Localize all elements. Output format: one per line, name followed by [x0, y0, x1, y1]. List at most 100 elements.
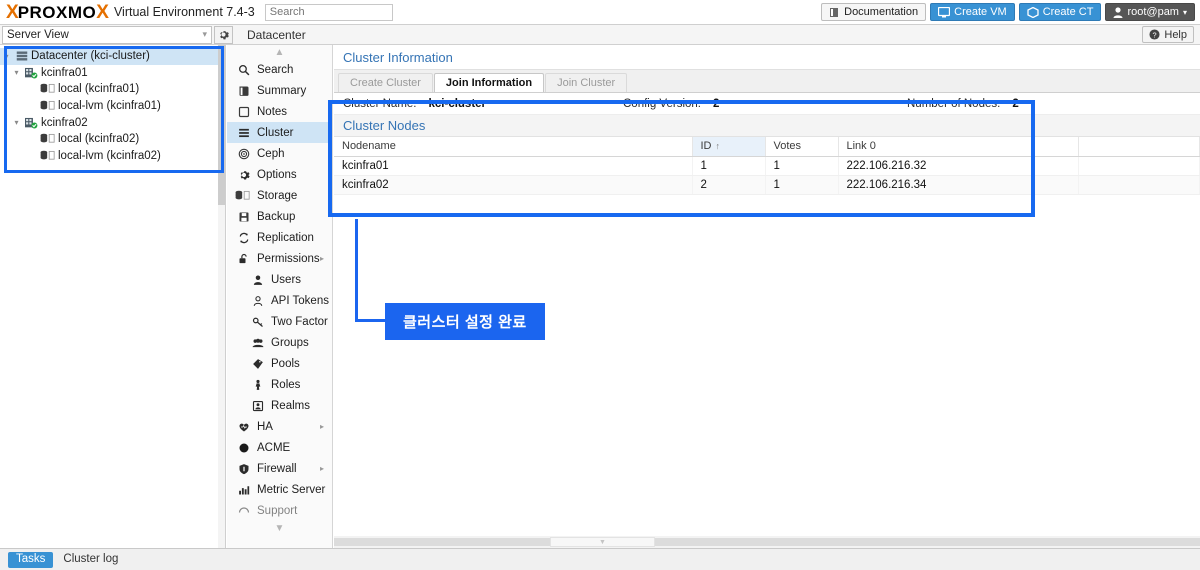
proxmox-logo[interactable]: X PROXMO X [0, 0, 109, 25]
nav-item-realms[interactable]: Realms [227, 395, 332, 416]
chevron-right-icon[interactable]: ▸ [320, 422, 324, 431]
nav-item-label: HA [257, 420, 273, 433]
nav-item-ceph[interactable]: Ceph [227, 143, 332, 164]
top-toolbar: XPROXMOX Virtual Environment 7.4-3 Docum… [0, 0, 1200, 25]
hscroll-track-right[interactable] [655, 538, 1200, 546]
backup-icon [235, 211, 252, 223]
help-button[interactable]: ? Help [1142, 26, 1194, 43]
column-header-id[interactable]: ID ↑ [692, 137, 766, 157]
documentation-label: Documentation [844, 6, 919, 18]
create-vm-label: Create VM [954, 6, 1007, 18]
tree-scrollbar[interactable] [218, 45, 225, 548]
tree-item-local-kcinfra02[interactable]: local (kcinfra02) [0, 131, 225, 148]
nav-item-search[interactable]: Search [227, 59, 332, 80]
statusbar-tab-tasks[interactable]: Tasks [8, 551, 54, 568]
nav-item-permissions[interactable]: Permissions ▸ [227, 248, 332, 269]
tree-item-label: kcinfra01 [41, 66, 88, 79]
tree-item-local-kcinfra01[interactable]: local (kcinfra01) [0, 81, 225, 98]
cell-spacer [1078, 156, 1200, 176]
nav-item-storage[interactable]: Storage [227, 185, 332, 206]
nav-item-label: Cluster [257, 126, 294, 139]
nav-item-backup[interactable]: Backup [227, 206, 332, 227]
nav-item-api-tokens[interactable]: API Tokens [227, 290, 332, 311]
nav-item-ha[interactable]: HA ▸ [227, 416, 332, 437]
tree-item-kcinfra01[interactable]: ▾ kcinfra01 [0, 65, 225, 82]
page-title: Cluster Information [334, 45, 1200, 70]
cluster-name-field: Cluster Name: kci-cluster [343, 98, 486, 110]
chevron-down-icon[interactable]: ▾ [10, 68, 23, 77]
chevron-right-icon[interactable]: ▸ [320, 254, 324, 263]
nav-item-two-factor[interactable]: Two Factor [227, 311, 332, 332]
cell-nodename: kcinfra01 [334, 156, 693, 176]
nav-item-notes[interactable]: Notes [227, 101, 332, 122]
top-toolbar-actions: Documentation Create VM Create CT root@p… [821, 3, 1200, 21]
cell-votes: 1 [765, 175, 839, 195]
column-header-nodename[interactable]: Nodename [334, 137, 693, 157]
nav-item-users[interactable]: Users [227, 269, 332, 290]
table-row[interactable]: kcinfra01 1 1 222.106.216.32 [334, 156, 1200, 176]
nav-item-roles[interactable]: Roles [227, 374, 332, 395]
nav-item-label: Groups [271, 336, 309, 349]
tree-scrollbar-thumb[interactable] [218, 45, 225, 205]
user-menu-button[interactable]: root@pam ▾ [1105, 3, 1195, 21]
config-version-value: 2 [713, 97, 720, 110]
storage-icon [40, 150, 57, 162]
column-header-votes[interactable]: Votes [765, 137, 839, 157]
help-label: Help [1164, 28, 1187, 41]
cluster-name-value: kci-cluster [428, 97, 487, 110]
nav-item-pools[interactable]: Pools [227, 353, 332, 374]
storage-icon [40, 100, 57, 112]
help-icon: ? [1149, 29, 1160, 40]
chevron-right-icon[interactable]: ▸ [320, 464, 324, 473]
nav-item-firewall[interactable]: Firewall ▸ [227, 458, 332, 479]
nav-item-label: Replication [257, 231, 314, 244]
content-hscrollbar[interactable]: ▼ [334, 536, 1200, 548]
nav-item-label: Support [257, 504, 298, 517]
user-icon [249, 274, 266, 286]
tree-settings-button[interactable] [214, 25, 233, 44]
tab-join-information[interactable]: Join Information [433, 73, 545, 92]
hscroll-thumb[interactable]: ▼ [550, 537, 655, 547]
nav-item-label: Summary [257, 84, 307, 97]
nav-item-support[interactable]: Support [227, 500, 332, 521]
tree-item-label: local (kcinfra02) [58, 133, 140, 146]
nav-item-label: Pools [271, 357, 300, 370]
resource-tree: ▾ Datacenter (kci-cluster) ▾ kcinfra01 loca… [0, 45, 225, 164]
node-online-icon [23, 67, 40, 79]
nav-item-metric-server[interactable]: Metric Server [227, 479, 332, 500]
create-vm-button[interactable]: Create VM [930, 3, 1015, 21]
chevron-down-icon: ▾ [202, 29, 207, 39]
shield-icon [235, 463, 252, 475]
tab-create-cluster[interactable]: Create Cluster [338, 73, 433, 92]
column-header-label: Nodename [342, 140, 396, 153]
summary-icon [235, 85, 252, 97]
statusbar-tab-cluster-log[interactable]: Cluster log [55, 552, 126, 568]
tree-item-datacenter-kci-cluster[interactable]: ▾ Datacenter (kci-cluster) [0, 48, 225, 65]
nav-scroll-down-icon[interactable]: ▼ [227, 521, 332, 535]
hscroll-track-left[interactable] [334, 538, 550, 546]
tree-item-local-lvm-kcinfra01[interactable]: local-lvm (kcinfra01) [0, 98, 225, 115]
secondary-toolbar: Server View ▾ Datacenter ? Help [0, 25, 1200, 45]
nav-item-acme[interactable]: ACME [227, 437, 332, 458]
nav-item-options[interactable]: Options [227, 164, 332, 185]
tree-item-kcinfra02[interactable]: ▾ kcinfra02 [0, 114, 225, 131]
nav-item-summary[interactable]: Summary [227, 80, 332, 101]
cluster-nodes-table: Nodename ID ↑ Votes Link 0 kcinfra01 1 1 222.10… [334, 137, 1200, 195]
tab-join-cluster[interactable]: Join Cluster [545, 73, 628, 92]
nav-item-cluster[interactable]: Cluster [227, 122, 332, 143]
search-input[interactable] [264, 3, 393, 21]
nav-item-replication[interactable]: Replication [227, 227, 332, 248]
create-ct-button[interactable]: Create CT [1018, 3, 1102, 21]
view-selector[interactable]: Server View ▾ [2, 25, 212, 44]
chevron-down-icon[interactable]: ▾ [10, 118, 23, 127]
nav-item-groups[interactable]: Groups [227, 332, 332, 353]
documentation-button[interactable]: Documentation [821, 3, 927, 21]
chevron-down-icon[interactable]: ▾ [0, 52, 13, 61]
table-row[interactable]: kcinfra02 2 1 222.106.216.34 [334, 175, 1200, 195]
tree-item-local-lvm-kcinfra02[interactable]: local-lvm (kcinfra02) [0, 148, 225, 165]
nav-scroll-up-icon[interactable]: ▲ [227, 45, 332, 59]
logo-x-left-icon: X [6, 1, 19, 23]
column-header-link-0[interactable]: Link 0 [838, 137, 1079, 157]
